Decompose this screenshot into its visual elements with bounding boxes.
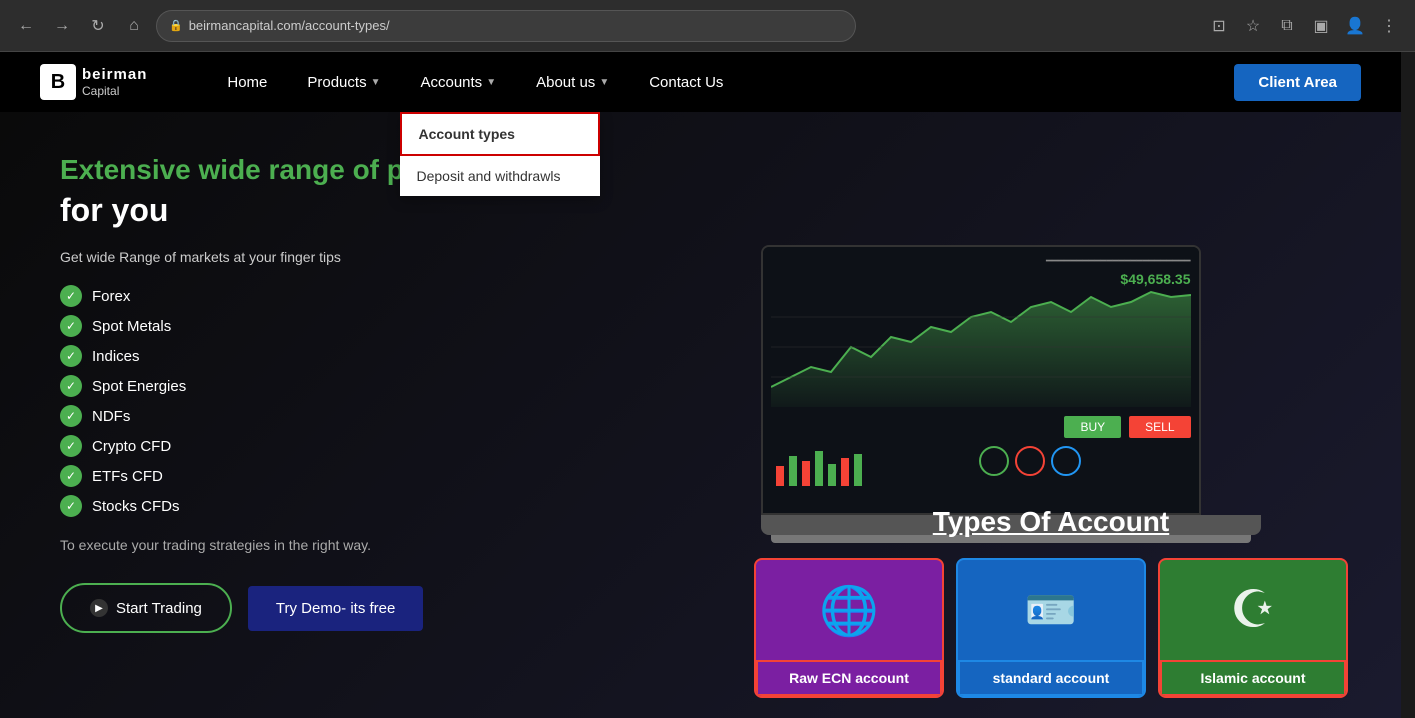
card-icon-area-standard: 🪪 [958, 560, 1144, 660]
address-bar[interactable]: 🔒 beirmancapital.com/account-types/ [156, 10, 856, 42]
reload-button[interactable]: ↻ [84, 12, 112, 40]
products-chevron: ▼ [371, 77, 381, 88]
raw-ecn-label: Raw ECN account [756, 660, 942, 696]
lock-icon: 🔒 [169, 19, 183, 32]
account-card-islamic[interactable]: ☪ Islamic account [1158, 558, 1348, 698]
navbar: B beirman Capital Home Products ▼ Accoun… [0, 52, 1401, 112]
chart-price: $49,658.35 [771, 271, 1191, 287]
check-icon-stocks-cfds: ✓ [60, 495, 82, 517]
logo-sub: Capital [82, 84, 147, 98]
hero-subtitle: Get wide Range of markets at your finger… [60, 249, 560, 265]
buy-button[interactable]: BUY [1064, 416, 1121, 438]
account-card-raw-ecn[interactable]: 🌐 Raw ECN account [754, 558, 944, 698]
check-icon-crypto-cfd: ✓ [60, 435, 82, 457]
hero-section: Extensive wide range of products for you… [0, 112, 1401, 718]
hero-title-main: for you [60, 192, 560, 229]
feature-spot-metals: ✓ Spot Metals [60, 315, 560, 337]
nav-products[interactable]: Products ▼ [287, 52, 400, 112]
islamic-label: Islamic account [1160, 660, 1346, 696]
check-icon-etfs-cfd: ✓ [60, 465, 82, 487]
laptop-screen: ━━━━━━━━━━━━━━━━━━━━━━━━ $49,658.35 [761, 245, 1201, 515]
logo-brand: beirman [82, 66, 147, 84]
url-text: beirmancapital.com/account-types/ [189, 18, 390, 33]
check-icon-ndfs: ✓ [60, 405, 82, 427]
check-icon-spot-metals: ✓ [60, 315, 82, 337]
hero-left: Extensive wide range of products for you… [0, 112, 620, 718]
check-icon-indices: ✓ [60, 345, 82, 367]
feature-etfs-cfd: ✓ ETFs CFD [60, 465, 560, 487]
feature-ndfs: ✓ NDFs [60, 405, 560, 427]
browser-actions: ⊡ ☆ ⧉ ▣ 👤 ⋮ [1205, 12, 1403, 40]
page-wrapper: B beirman Capital Home Products ▼ Accoun… [0, 52, 1401, 718]
feature-spot-energies: ✓ Spot Energies [60, 375, 560, 397]
browser-chrome: ← → ↻ ⌂ 🔒 beirmancapital.com/account-typ… [0, 0, 1415, 52]
bar-chart-mini [771, 446, 971, 486]
start-trading-button[interactable]: ▶ Start Trading [60, 583, 232, 633]
try-demo-button[interactable]: Try Demo- its free [248, 586, 423, 631]
nav-home[interactable]: Home [207, 52, 287, 112]
forward-button[interactable]: → [48, 12, 76, 40]
chart-svg [771, 287, 1191, 407]
extensions-button[interactable]: ⧉ [1273, 12, 1301, 40]
accounts-chevron: ▼ [486, 77, 496, 88]
crescent-icon: ☪ [1230, 580, 1277, 640]
feature-forex: ✓ Forex [60, 285, 560, 307]
card-icon-area-islamic: ☪ [1160, 560, 1346, 660]
check-icon-spot-energies: ✓ [60, 375, 82, 397]
profile-button[interactable]: 👤 [1341, 12, 1369, 40]
globe-icon: 🌐 [819, 582, 879, 639]
nav-accounts[interactable]: Accounts ▼ Account types Deposit and wit… [400, 52, 516, 112]
chart-header: ━━━━━━━━━━━━━━━━━━━━━━━━ [771, 255, 1191, 267]
feature-list: ✓ Forex ✓ Spot Metals ✓ Indices ✓ Spot E… [60, 285, 560, 517]
card-icon-area-raw: 🌐 [756, 560, 942, 660]
trade-buttons: BUY SELL [771, 416, 1191, 438]
check-icon-forex: ✓ [60, 285, 82, 307]
feature-crypto-cfd: ✓ Crypto CFD [60, 435, 560, 457]
chart-area: ━━━━━━━━━━━━━━━━━━━━━━━━ $49,658.35 [763, 247, 1199, 513]
bookmark-button[interactable]: ☆ [1239, 12, 1267, 40]
home-button[interactable]: ⌂ [120, 12, 148, 40]
sell-button[interactable]: SELL [1129, 416, 1190, 438]
types-section: Types Of Account 🌐 Raw ECN account 🪪 [701, 486, 1401, 718]
play-icon: ▶ [90, 599, 108, 617]
account-card-standard[interactable]: 🪪 standard account [956, 558, 1146, 698]
id-card-icon: 🪪 [1025, 586, 1077, 635]
logo[interactable]: B beirman Capital [40, 64, 147, 100]
dropdown-account-types[interactable]: Account types [400, 112, 600, 156]
logo-text: beirman Capital [82, 66, 147, 98]
standard-label: standard account [958, 660, 1144, 696]
logo-icon: B [40, 64, 76, 100]
nav-links: Home Products ▼ Accounts ▼ Account types… [207, 52, 1234, 112]
about-chevron: ▼ [599, 77, 609, 88]
cast-button[interactable]: ⊡ [1205, 12, 1233, 40]
menu-button[interactable]: ⋮ [1375, 12, 1403, 40]
feature-indices: ✓ Indices [60, 345, 560, 367]
logo-letter: B [51, 71, 65, 94]
nav-about[interactable]: About us ▼ [516, 52, 629, 112]
dropdown-deposit[interactable]: Deposit and withdrawls [400, 156, 600, 196]
accounts-dropdown: Account types Deposit and withdrawls [400, 112, 600, 196]
cta-buttons: ▶ Start Trading Try Demo- its free [60, 583, 560, 633]
split-view-button[interactable]: ▣ [1307, 12, 1335, 40]
mini-circles [979, 446, 1081, 486]
chart-bottom [771, 446, 1191, 486]
nav-contact[interactable]: Contact Us [629, 52, 743, 112]
back-button[interactable]: ← [12, 12, 40, 40]
feature-stocks-cfds: ✓ Stocks CFDs [60, 495, 560, 517]
client-area-button[interactable]: Client Area [1234, 64, 1361, 101]
types-title: Types Of Account [741, 506, 1361, 538]
account-cards: 🌐 Raw ECN account 🪪 standard account [741, 558, 1361, 698]
execute-text: To execute your trading strategies in th… [60, 537, 560, 553]
